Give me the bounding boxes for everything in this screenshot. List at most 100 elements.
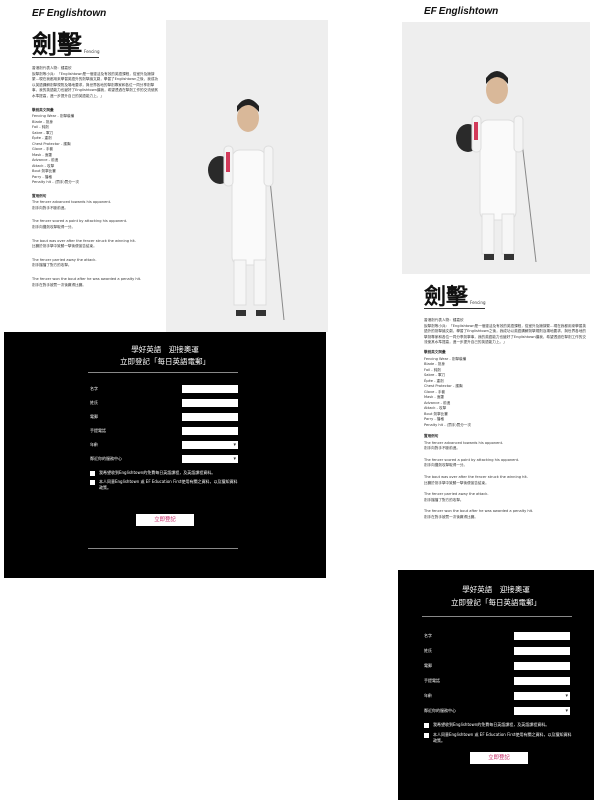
brand-logo[interactable]: EF Englishtown bbox=[32, 8, 106, 19]
fencer-illustration bbox=[166, 20, 328, 332]
mobile-label: 手提電話 bbox=[90, 428, 106, 433]
example-en: The fencer advanced towards his opponent… bbox=[32, 200, 112, 205]
centre-select[interactable] bbox=[514, 707, 570, 715]
signup-panel: 學好英語 迎接奧運 立即登記「每日英語電郵」 名字 姓氏 電郵 手提電話 年齡 … bbox=[398, 570, 594, 800]
title-chinese: 劍擊 bbox=[424, 284, 469, 310]
vocab-list: Fencing Wear - 劍擊裝備 Blade - 劍身 Foil - 鈍劍… bbox=[32, 114, 160, 186]
title-english: Fencing bbox=[470, 300, 486, 305]
consent-privacy[interactable]: 本人同意Englishtown 或 EF Education First使用有關… bbox=[424, 732, 574, 743]
example-item: The bout was over after the fencer struc… bbox=[32, 239, 160, 250]
first-name-label: 名字 bbox=[424, 633, 432, 638]
example-item: The bout was over after the fencer struc… bbox=[424, 475, 588, 486]
email-row: 電郵 bbox=[90, 413, 238, 421]
submit-button[interactable]: 立即登記 bbox=[470, 752, 528, 764]
consent-privacy-label: 本人同意Englishtown 或 EF Education First使用有關… bbox=[433, 732, 572, 743]
example-item: The fencer parried away the attack. 劍手擋擋了… bbox=[32, 258, 160, 269]
divider bbox=[422, 616, 572, 617]
email-label: 電郵 bbox=[90, 414, 98, 419]
example-en: The fencer won the bout after he was awa… bbox=[424, 509, 534, 514]
article-title: 劍擊 Fencing bbox=[32, 30, 100, 59]
examples-list: The fencer advanced towards his opponent… bbox=[424, 441, 588, 521]
example-en: The fencer parried away the attack. bbox=[424, 492, 489, 497]
submit-button[interactable]: 立即登記 bbox=[136, 514, 194, 526]
mobile-field[interactable] bbox=[182, 427, 238, 435]
last-name-field[interactable] bbox=[514, 647, 570, 655]
divider bbox=[88, 548, 238, 549]
centre-select[interactable] bbox=[182, 455, 238, 463]
example-item: The fencer parried away the attack. 劍手擋擋了… bbox=[424, 492, 588, 503]
first-name-row: 名字 bbox=[424, 632, 570, 640]
example-item: The fencer advanced towards his opponent… bbox=[424, 441, 588, 452]
article-body: 香港劍代表人物：鍾嘉欣 說擊劍等小兵：「Englishtown是一個靈活及有效的… bbox=[424, 318, 588, 525]
email-field[interactable] bbox=[182, 413, 238, 421]
form-subheadline: 立即登記「每日英語電郵」 bbox=[120, 357, 210, 366]
consent-privacy[interactable]: 本人同意Englishtown 或 EF Education First使用有關… bbox=[90, 479, 240, 490]
consent-privacy-label: 本人同意Englishtown 或 EF Education First使用有關… bbox=[99, 479, 238, 490]
example-cn: 比賽於劍手擊中致勝一擊後便宣告結束。 bbox=[424, 480, 489, 485]
mobile-row: 手提電話 bbox=[90, 427, 238, 435]
first-name-row: 名字 bbox=[90, 385, 238, 393]
example-en: The fencer advanced towards his opponent… bbox=[424, 440, 504, 445]
vocab-heading: 擊劍英文詞彙 bbox=[424, 349, 446, 354]
example-cn: 劍手向對手不斷前進。 bbox=[424, 446, 460, 451]
centre-label: 鄰近你的服務中心 bbox=[90, 456, 122, 461]
example-en: The bout was over after the fencer struc… bbox=[32, 238, 136, 243]
example-en: The fencer parried away the attack. bbox=[32, 257, 97, 262]
example-cn: 劍手擋擋了對方的攻擊。 bbox=[424, 497, 464, 502]
title-chinese: 劍擊 bbox=[32, 30, 83, 59]
example-cn: 劍手向攤劍攻擊取得一分。 bbox=[424, 463, 468, 468]
age-row: 年齡 bbox=[90, 441, 238, 449]
signup-panel: 學好英語 迎接奧運 立即登記「每日英語電郵」 名字 姓氏 電郵 手提電話 年齡 … bbox=[4, 332, 326, 578]
checkbox[interactable] bbox=[90, 479, 95, 485]
form-headline: 學好英語 迎接奧運 bbox=[462, 585, 530, 594]
email-label: 電郵 bbox=[424, 663, 432, 668]
example-cn: 比賽於劍手擊中致勝一擊後便宣告結束。 bbox=[32, 244, 97, 249]
brand-name: Englishtown bbox=[46, 8, 107, 19]
checkbox[interactable] bbox=[90, 470, 95, 476]
fencer-illustration bbox=[402, 22, 590, 274]
examples-list: The fencer advanced towards his opponent… bbox=[32, 200, 160, 288]
brand-ef: EF bbox=[424, 6, 437, 17]
title-rule: 劍擊 Fencing bbox=[32, 30, 100, 59]
checkbox[interactable] bbox=[424, 722, 429, 728]
email-field[interactable] bbox=[514, 662, 570, 670]
last-name-row: 姓氏 bbox=[90, 399, 238, 407]
example-item: The fencer scored a point by attacking h… bbox=[424, 458, 588, 469]
example-item: The fencer scored a point by attacking h… bbox=[32, 219, 160, 230]
mobile-label: 手提電話 bbox=[424, 678, 440, 683]
consent-newsletter[interactable]: 我希望收到Englishtown的免費每日英語課程，及英語課程資料。 bbox=[90, 470, 240, 476]
mobile-field[interactable] bbox=[514, 677, 570, 685]
first-name-field[interactable] bbox=[514, 632, 570, 640]
title-english: Fencing bbox=[84, 49, 100, 54]
consent-newsletter[interactable]: 我希望收到Englishtown的免費每日英語課程，及英語課程資料。 bbox=[424, 722, 574, 728]
centre-row: 鄰近你的服務中心 bbox=[90, 455, 238, 463]
form-headline: 學好英語 迎接奧運 bbox=[131, 345, 199, 354]
centre-row: 鄰近你的服務中心 bbox=[424, 707, 570, 715]
example-en: The fencer scored a point by attacking h… bbox=[32, 219, 128, 224]
checkbox[interactable] bbox=[424, 732, 429, 738]
vocab-item: Penalty hit - (罰手)罰分一次 bbox=[32, 180, 80, 185]
fencer-photo bbox=[166, 20, 328, 332]
age-row: 年齡 bbox=[424, 692, 570, 700]
first-name-field[interactable] bbox=[182, 385, 238, 393]
age-label: 年齡 bbox=[90, 442, 98, 447]
example-item: The fencer advanced towards his opponent… bbox=[32, 200, 160, 211]
intro-paragraph: 香港劍代表人物：鍾嘉欣 說擊劍等小兵：「Englishtown是一個靈活及有效的… bbox=[424, 318, 586, 345]
last-name-label: 姓氏 bbox=[424, 648, 432, 653]
fencer-photo bbox=[402, 22, 590, 274]
brand-logo[interactable]: EF Englishtown bbox=[424, 6, 498, 17]
last-name-field[interactable] bbox=[182, 399, 238, 407]
article-title: 劍擊 Fencing bbox=[424, 284, 486, 310]
age-select[interactable] bbox=[514, 692, 570, 700]
first-name-label: 名字 bbox=[90, 386, 98, 391]
left-page: EF Englishtown 劍擊 Fencing 香港劍代表人物：鍾嘉欣 說擊劍等… bbox=[4, 0, 328, 578]
consent-newsletter-label: 我希望收到Englishtown的免費每日英語課程，及英語課程資料。 bbox=[99, 470, 216, 475]
vocab-heading: 擊劍英文詞彙 bbox=[32, 107, 54, 112]
intro-paragraph: 香港劍代表人物：鍾嘉欣 說擊劍等小兵：「Englishtown是一個靈活及有效的… bbox=[32, 66, 159, 98]
mobile-row: 手提電話 bbox=[424, 677, 570, 685]
right-page: EF Englishtown 劍擊 Fencing 香港劍代表人物：鍾嘉欣 說擊劍等… bbox=[398, 0, 594, 802]
age-select[interactable] bbox=[182, 441, 238, 449]
vocab-item: Penalty hit - (罰手)罰分一次 bbox=[424, 422, 472, 427]
form-subheadline: 立即登記「每日英語電郵」 bbox=[451, 598, 541, 607]
example-item: The fencer won the bout after he was awa… bbox=[424, 509, 588, 520]
